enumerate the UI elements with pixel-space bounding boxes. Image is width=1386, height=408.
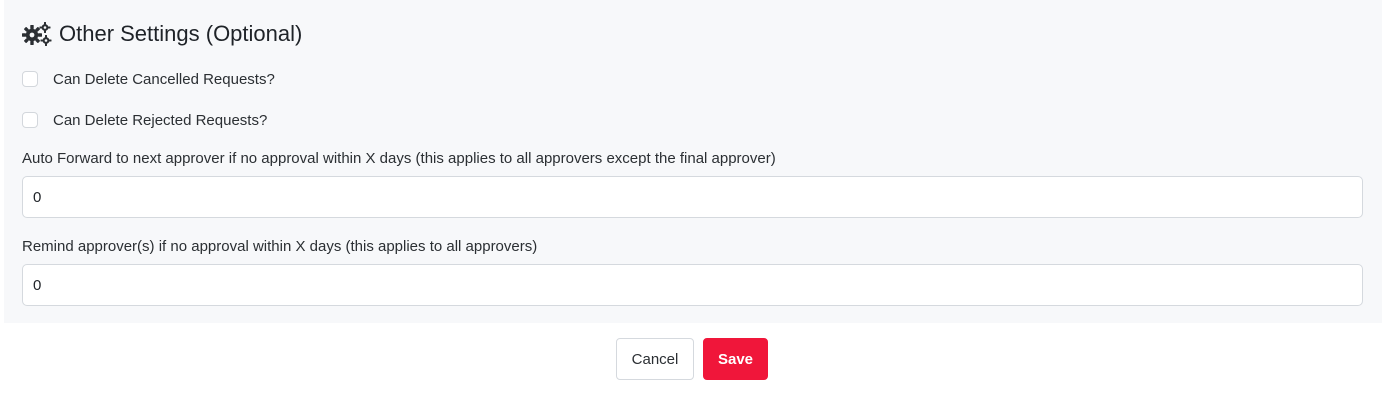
remind-days-input[interactable] [22,264,1363,306]
delete-rejected-option[interactable]: Can Delete Rejected Requests? [22,110,267,130]
auto-forward-days-input[interactable] [22,176,1363,218]
save-button[interactable]: Save [703,338,768,380]
remind-label: Remind approver(s) if no approval within… [22,238,538,255]
delete-cancelled-label[interactable]: Can Delete Cancelled Requests? [53,71,275,88]
delete-cancelled-option[interactable]: Can Delete Cancelled Requests? [22,69,275,89]
section-title: Other Settings (Optional) [59,21,303,46]
other-settings-panel: Other Settings (Optional) Can Delete Can… [4,0,1382,323]
section-header: Other Settings (Optional) [22,20,302,48]
cogs-icon [22,21,52,47]
auto-forward-label: Auto Forward to next approver if no appr… [22,150,776,167]
delete-rejected-checkbox[interactable] [22,112,38,128]
cancel-button[interactable]: Cancel [616,338,694,380]
delete-cancelled-checkbox[interactable] [22,71,38,87]
delete-rejected-label[interactable]: Can Delete Rejected Requests? [53,112,267,129]
